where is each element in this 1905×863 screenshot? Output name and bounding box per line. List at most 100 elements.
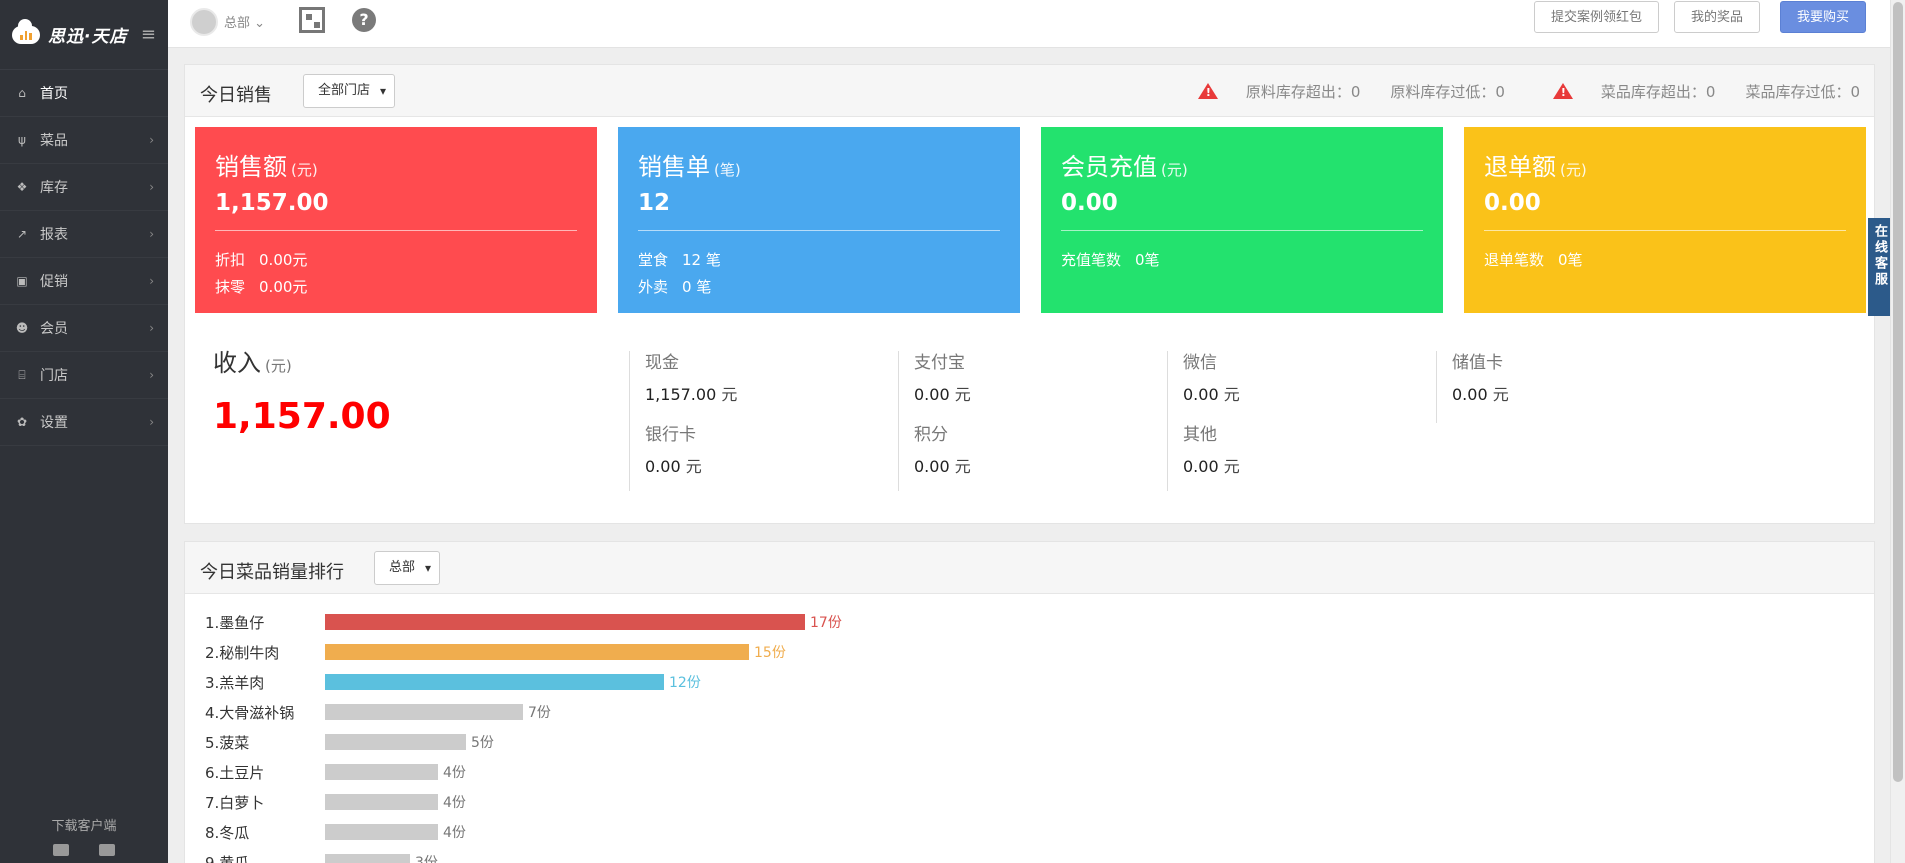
stock-alert-text[interactable]: 原料库存过低：0 [1390, 81, 1505, 102]
card-sub-value: 0.00元 [259, 251, 308, 269]
payment-amount-row: 0.00 元 [1183, 453, 1435, 481]
dish-name: 4.大骨滋补锅 [205, 703, 295, 722]
card-sub-value: 0.00元 [259, 278, 308, 296]
online-service-tab[interactable]: 在线客服 [1868, 218, 1890, 316]
android-icon[interactable] [99, 844, 115, 856]
card-sub-value: 12 笔 [682, 251, 721, 269]
qrcode-icon[interactable] [299, 7, 325, 33]
dish-name: 9.黄瓜 [205, 853, 250, 863]
stock-alert-text[interactable]: 菜品库存过低：0 [1745, 81, 1860, 102]
store-select[interactable]: 全部门店 [303, 74, 396, 108]
dish-count: 5份 [471, 735, 494, 751]
sidebar-item-7[interactable]: ✿ 设置 › [0, 399, 168, 446]
payment-unit: 元 [685, 457, 702, 476]
submit-case-button[interactable]: 提交案例领红包 [1534, 1, 1660, 33]
payment-column: 支付宝 0.00 元积分 0.00 元 [898, 351, 1166, 491]
warning-icon [1197, 83, 1218, 99]
download-client-link[interactable]: 下载客户端 [0, 793, 168, 834]
dish-ranking-title: 今日菜品销量排行 [200, 562, 344, 583]
dish-count: 15份 [754, 645, 786, 661]
ranking-row: 4.大骨滋补锅 7份 [205, 697, 551, 727]
card-sub-label: 外卖 [638, 278, 669, 296]
fork-knife-icon: ψ [18, 133, 26, 147]
my-prizes-button[interactable]: 我的奖品 [1674, 1, 1761, 33]
download-area: 下载客户端 [0, 793, 168, 863]
ranking-row: 9.黄瓜 3份 [205, 847, 438, 863]
stat-card[interactable]: 销售额 (元) 1,157.00 折扣 0.00元 抹零 0.00元 [195, 127, 597, 313]
chevron-down-icon: ⌄ [254, 16, 266, 31]
card-divider [215, 230, 577, 231]
brand-logo[interactable]: 思迅·天店 [12, 18, 128, 47]
stat-card[interactable]: 销售单 (笔) 12 堂食 12 笔外卖 0 笔 [618, 127, 1020, 313]
card-sub-value: 0笔 [1558, 251, 1583, 269]
card-sub-row: 外卖 0 笔 [638, 274, 1000, 301]
payment-label: 现金 [645, 353, 679, 373]
sidebar-item-label: 门店 [40, 368, 68, 384]
sidebar-item-5[interactable]: ☻ 会员 › [0, 305, 168, 352]
sidebar-item-4[interactable]: ▣ 促销 › [0, 258, 168, 305]
scrollbar-thumb[interactable] [1893, 2, 1903, 782]
sidebar-nav: ⌂ 首页 ψ 菜品 › ❖ 库存 › ↗ 报表 › ▣ 促销 › ☻ 会员 › ⌸ 门店 › ✿ 设置 › [0, 70, 168, 446]
payment-amount: 0.00 [1183, 385, 1219, 404]
sidebar-item-6[interactable]: ⌸ 门店 › [0, 352, 168, 399]
payment-amount-row: 0.00 元 [914, 453, 1166, 481]
payment-amount: 0.00 [1452, 385, 1488, 404]
card-unit: (元) [1161, 161, 1188, 179]
sidebar-item-2[interactable]: ❖ 库存 › [0, 164, 168, 211]
ranking-row: 5.菠菜 5份 [205, 727, 494, 757]
chevron-right-icon: › [149, 415, 154, 429]
card-sub-label: 抹零 [215, 278, 246, 296]
card-title: 销售单 [638, 153, 710, 181]
stock-icon: ❖ [16, 180, 28, 194]
stat-card[interactable]: 会员充值 (元) 0.00 充值笔数 0笔 [1041, 127, 1443, 313]
card-unit: (元) [1560, 161, 1587, 179]
payment-label: 储值卡 [1452, 353, 1503, 373]
help-icon[interactable]: ? [352, 8, 376, 32]
home-icon: ⌂ [18, 86, 26, 100]
avatar[interactable] [190, 8, 218, 36]
logo-bar: 思迅·天店 ≡ [0, 0, 168, 70]
today-sales-panel: 今日销售 全部门店 原料库存超出：0 原料库存过低：0 菜品库存超出：0 菜品库存过低… [184, 64, 1875, 524]
ranking-row: 1.墨鱼仔 17份 [205, 607, 842, 637]
buy-button[interactable]: 我要购买 [1780, 1, 1867, 33]
page-scrollbar[interactable] [1890, 0, 1905, 863]
card-title: 销售额 [215, 153, 287, 181]
card-title: 会员充值 [1061, 153, 1157, 181]
chevron-right-icon: › [149, 227, 154, 241]
sidebar-item-label: 会员 [40, 321, 68, 337]
payment-label: 微信 [1183, 353, 1217, 373]
payment-amount: 0.00 [914, 457, 950, 476]
payment-label: 积分 [914, 425, 948, 445]
card-divider [638, 230, 1000, 231]
card-value: 12 [638, 190, 671, 216]
payment-amount-row: 0.00 元 [1452, 381, 1704, 409]
card-sub-row: 充值笔数 0笔 [1061, 247, 1423, 274]
menu-toggle-icon[interactable]: ≡ [141, 24, 156, 45]
income-value: 1,157.00 [213, 396, 391, 437]
users-icon: ☻ [15, 321, 29, 335]
brand-name: 思迅·天店 [48, 27, 128, 47]
dish-name: 8.冬瓜 [205, 823, 250, 842]
ranking-bar [325, 734, 466, 750]
sidebar-item-3[interactable]: ↗ 报表 › [0, 211, 168, 258]
stock-alert-text[interactable]: 原料库存超出：0 [1246, 81, 1361, 102]
dish-name: 6.土豆片 [205, 763, 265, 782]
dish-count: 12份 [669, 675, 701, 691]
payment-label: 银行卡 [645, 425, 696, 445]
card-unit: (笔) [714, 161, 741, 179]
ranking-store-select[interactable]: 总部 [374, 551, 441, 585]
stock-alert-text[interactable]: 菜品库存超出：0 [1601, 81, 1716, 102]
gift-icon: ▣ [16, 274, 28, 288]
card-sub-row: 抹零 0.00元 [215, 274, 577, 301]
payment-amount: 0.00 [1183, 457, 1219, 476]
user-menu[interactable]: 总部 ⌄ [224, 12, 265, 31]
stat-card[interactable]: 退单额 (元) 0.00 退单笔数 0笔 [1464, 127, 1866, 313]
top-header: 总部 ⌄ ? 提交案例领红包 我的奖品 我要购买 [168, 0, 1905, 48]
today-sales-title: 今日销售 [200, 85, 272, 106]
stat-cards: 销售额 (元) 1,157.00 折扣 0.00元 抹零 0.00元 销售单 (笔) 12 … [195, 127, 1866, 313]
sidebar-item-1[interactable]: ψ 菜品 › [0, 117, 168, 164]
sidebar-item-0[interactable]: ⌂ 首页 [0, 70, 168, 117]
sidebar: 思迅·天店 ≡ ⌂ 首页 ψ 菜品 › ❖ 库存 › ↗ 报表 › ▣ 促销 › ☻ 会员 › ⌸ 门店 › ✿ 设置 › … [0, 0, 168, 863]
windows-icon[interactable] [53, 844, 69, 856]
bank-icon: ⌸ [18, 367, 26, 382]
